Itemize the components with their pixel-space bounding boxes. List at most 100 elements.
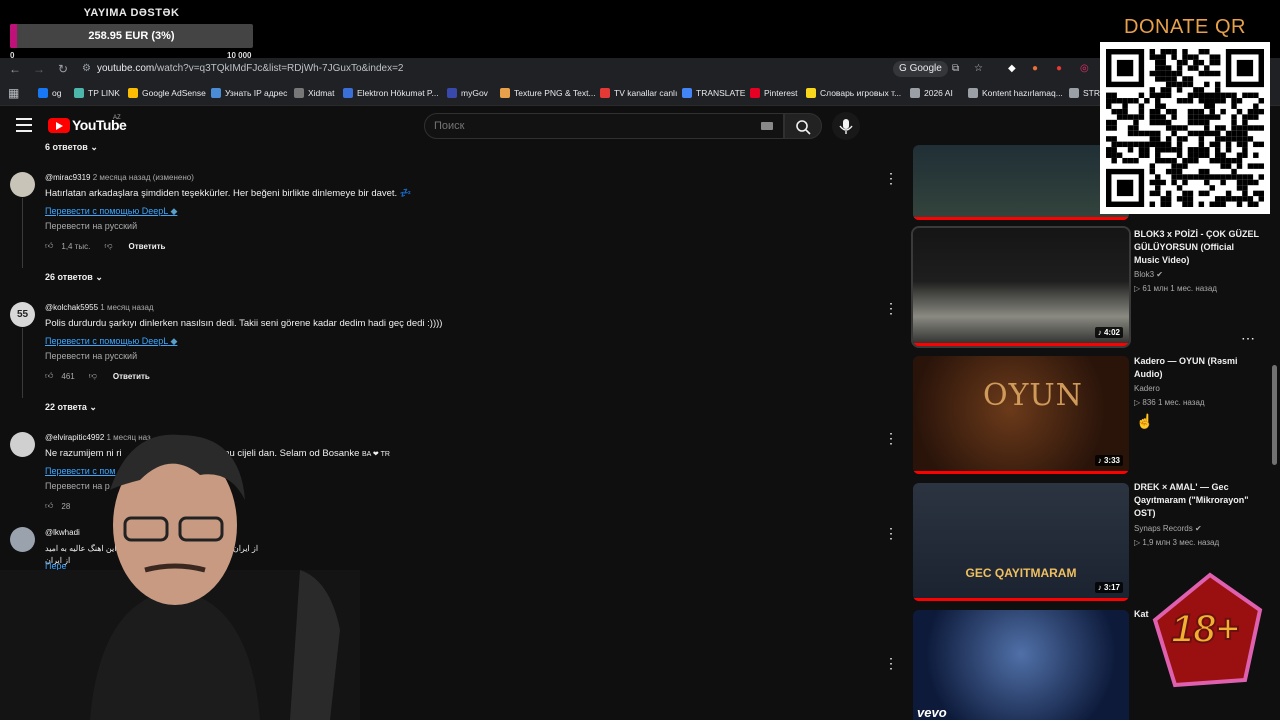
comment-time[interactable]: 2 месяца назад (изменено) xyxy=(93,173,194,182)
comment-time[interactable]: 1 месяц назад xyxy=(100,303,153,312)
bookmark-label: Xidmat xyxy=(308,88,335,98)
url-path: /watch?v=q3TQkIMdFJc&list=RDjWh-7JGuxTo&… xyxy=(154,63,404,74)
extension-icon[interactable]: ◆ xyxy=(1008,61,1016,77)
watch-progress xyxy=(913,343,1129,346)
google-chip-label: Google xyxy=(909,63,942,74)
bookmark-item[interactable]: TP LINK xyxy=(74,86,120,100)
video-thumbnail[interactable]: OYUN ♪ 3:33 xyxy=(913,356,1129,474)
back-icon[interactable]: ← xyxy=(8,62,22,76)
youtube-logo-icon[interactable] xyxy=(48,118,70,133)
more-options-icon[interactable]: ⋮ xyxy=(884,656,898,670)
search-input[interactable] xyxy=(434,118,734,134)
bookmark-label: Словарь игровых т... xyxy=(820,88,902,98)
extension-fox-icon[interactable]: ● xyxy=(1032,61,1038,77)
deepl-translate-link[interactable]: Перевести с помощью DeepL ◆ xyxy=(45,206,177,217)
bookmark-item[interactable]: 2026 AI xyxy=(910,86,953,100)
keyboard-icon[interactable] xyxy=(761,122,773,130)
channel-name[interactable]: Kadero xyxy=(1134,384,1160,393)
more-options-icon[interactable]: ⋮ xyxy=(884,171,898,185)
url-host: youtube.com xyxy=(96,63,155,74)
address-bar[interactable]: ⚙ youtube.com/watch?v=q3TQkIMdFJc&list=RD… xyxy=(82,60,882,78)
bookmark-favicon-icon xyxy=(211,88,221,98)
site-info-icon[interactable]: ⚙ xyxy=(82,63,91,74)
more-options-icon[interactable]: ⋮ xyxy=(884,301,898,315)
bookmark-item[interactable]: Xidmat xyxy=(294,86,334,100)
bookmark-item[interactable]: og xyxy=(38,86,61,100)
bookmark-label: TV kanallar canlı xyxy=(614,88,678,98)
bookmark-favicon-icon xyxy=(38,88,48,98)
channel-name[interactable]: Blok3 ✔ xyxy=(1134,270,1163,279)
verified-icon: ✔ xyxy=(1156,270,1163,279)
bookmark-item[interactable]: Pinterest xyxy=(750,86,798,100)
bookmark-item[interactable]: Узнать IP адрес xyxy=(211,86,287,100)
video-duration: ♪ 3:33 xyxy=(1094,455,1123,466)
bookmark-favicon-icon xyxy=(968,88,978,98)
bookmark-item[interactable]: Elektron Hökumət P... xyxy=(343,86,439,100)
comment-author[interactable]: @mirac9319 xyxy=(45,173,90,182)
avatar[interactable] xyxy=(10,172,35,197)
bookmark-label: TP LINK xyxy=(88,88,120,98)
video-thumbnail[interactable]: GEC QAYITMARAM ♪ 3:17 xyxy=(913,483,1129,601)
reload-icon[interactable]: ↻ xyxy=(56,62,70,76)
age-rating-text: 18+ xyxy=(1171,607,1239,651)
like-icon[interactable]: 👍︎ xyxy=(45,241,53,251)
video-title[interactable]: DREK × AMAL' — Gec Qayıtmaram ("Mikroray… xyxy=(1134,481,1259,520)
bookmark-label: 2026 AI xyxy=(924,88,953,98)
hamburger-menu-icon[interactable] xyxy=(16,118,32,132)
reply-button[interactable]: Ответить xyxy=(113,372,150,381)
webcam-overlay xyxy=(0,434,360,720)
bookmark-item[interactable]: Google AdSense xyxy=(128,86,206,100)
bookmark-item[interactable]: Словарь игровых т... xyxy=(806,86,901,100)
translate-link[interactable]: Перевести на русский xyxy=(45,351,137,361)
hand-cursor-icon: ☝ xyxy=(1136,413,1154,429)
extension-red-icon[interactable]: ● xyxy=(1056,61,1062,77)
qr-code-image xyxy=(1106,49,1264,207)
bookmark-item[interactable]: myGov xyxy=(447,86,488,100)
scrollbar-thumb[interactable] xyxy=(1272,365,1277,465)
bookmark-label: Kontent hazırlamaq... xyxy=(982,88,1063,98)
forward-icon[interactable]: → xyxy=(32,62,46,76)
watch-progress xyxy=(913,598,1129,601)
replies-toggle[interactable]: 22 ответа ⌄ xyxy=(45,402,97,413)
more-options-icon[interactable]: ⋯ xyxy=(1241,331,1255,345)
bookmark-item[interactable]: TRANSLATE xyxy=(682,86,745,100)
donate-title: YAYIMA DƏSTƏK xyxy=(83,7,180,19)
install-app-icon[interactable]: ⧉ xyxy=(952,61,959,77)
bookmark-item[interactable]: TV kanallar canlı xyxy=(600,86,677,100)
voice-search-button[interactable] xyxy=(832,112,860,140)
bookmark-label: Elektron Hökumət P... xyxy=(357,88,439,98)
dislike-icon[interactable]: 👎︎ xyxy=(89,371,97,381)
bookmark-favicon-icon xyxy=(447,88,457,98)
search-button[interactable] xyxy=(784,113,822,139)
video-thumbnail[interactable]: vevo xyxy=(913,610,1129,720)
like-icon[interactable]: 👍︎ xyxy=(45,371,53,381)
deepl-translate-link[interactable]: Перевести с помощью DeepL ◆ xyxy=(45,336,177,347)
bookmark-item[interactable]: Kontent hazırlamaq... xyxy=(968,86,1063,100)
avatar[interactable]: 55 xyxy=(10,302,35,327)
more-options-icon[interactable]: ⋮ xyxy=(884,526,898,540)
video-thumbnail[interactable]: ♪ 4:02 xyxy=(911,226,1131,348)
bookmark-label: myGov xyxy=(461,88,488,98)
microphone-icon xyxy=(839,119,853,134)
translate-link[interactable]: Перевести на русский xyxy=(45,221,137,231)
replies-toggle[interactable]: 6 ответов ⌄ xyxy=(45,142,98,153)
video-title[interactable]: BLOK3 x POİZİ - ÇOK GÜZEL GÜLÜYORSUN (Of… xyxy=(1134,228,1259,267)
like-count: 1,4 тыс. xyxy=(61,241,91,251)
comment-text: Hatırlatan arkadaşlara şimdiden teşekkür… xyxy=(45,188,412,199)
comment-author[interactable]: @kolchak5955 xyxy=(45,303,98,312)
bookmark-star-icon[interactable]: ☆ xyxy=(974,61,983,77)
replies-toggle[interactable]: 26 ответов ⌄ xyxy=(45,272,103,283)
video-stats: ▷ 61 млн 1 мес. назад xyxy=(1134,284,1217,293)
reply-button[interactable]: Ответить xyxy=(128,242,165,251)
google-lens-chip[interactable]: G Google xyxy=(893,61,948,77)
deepl-icon: ◆ xyxy=(170,336,178,346)
apps-grid-icon[interactable]: ▦ xyxy=(8,86,19,100)
instagram-icon[interactable]: ◎ xyxy=(1080,61,1089,77)
bookmark-favicon-icon xyxy=(128,88,138,98)
video-title[interactable]: Kadero — OYUN (Rəsmi Audio) xyxy=(1134,355,1259,381)
channel-name[interactable]: Synaps Records ✔ xyxy=(1134,524,1202,533)
dislike-icon[interactable]: 👎︎ xyxy=(104,241,112,251)
bookmark-item[interactable]: Texture PNG & Text... xyxy=(500,86,596,100)
more-options-icon[interactable]: ⋮ xyxy=(884,431,898,445)
video-thumbnail[interactable] xyxy=(913,145,1129,220)
